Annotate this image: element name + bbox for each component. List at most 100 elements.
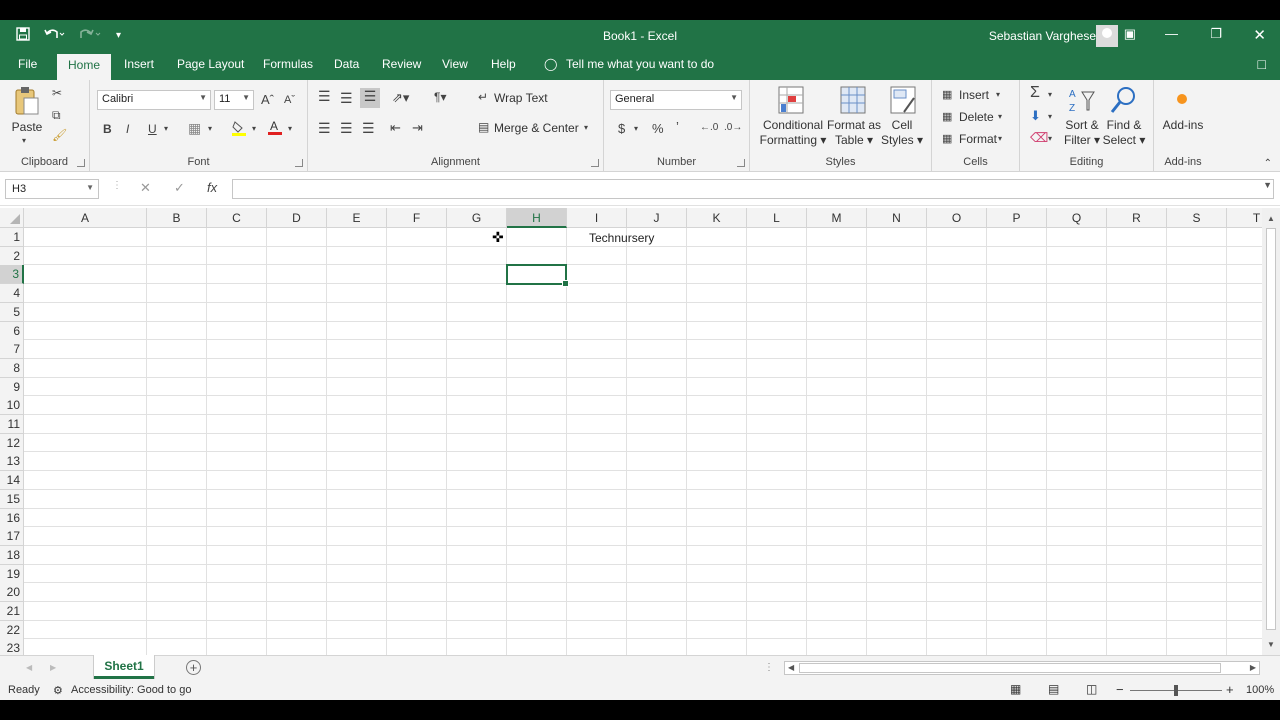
row-header-17[interactable]: 17 [0, 527, 24, 547]
column-header-g[interactable]: G [447, 208, 507, 228]
ribbon-display-icon[interactable]: ▣ [1124, 26, 1136, 42]
chevron-down-icon[interactable]: ▾ [584, 123, 588, 132]
font-name-select[interactable]: Calibri ▼ [97, 90, 211, 110]
chevron-down-icon[interactable]: ▾ [1048, 112, 1052, 121]
zoom-in-icon[interactable]: + [1226, 682, 1234, 697]
row-header-22[interactable]: 22 [0, 620, 24, 640]
h-scroll-thumb[interactable] [799, 663, 1221, 673]
close-icon[interactable]: ✕ [1253, 26, 1266, 44]
delete-button[interactable]: Delete [959, 110, 994, 124]
paste-button[interactable]: Paste [8, 120, 46, 135]
conditional-formatting-icon[interactable] [778, 86, 806, 116]
row-header-19[interactable]: 19 [0, 564, 24, 584]
middle-align-icon[interactable]: ☰ [340, 90, 353, 107]
column-header-t[interactable]: T [1227, 208, 1262, 228]
tab-view[interactable]: View [436, 57, 474, 71]
column-header-r[interactable]: R [1107, 208, 1167, 228]
scroll-right-icon[interactable]: ▶ [1250, 663, 1256, 672]
underline-button[interactable]: U [148, 122, 157, 136]
find-select-icon[interactable] [1110, 86, 1138, 114]
expand-formula-icon[interactable]: ▼ [1263, 180, 1272, 190]
decrease-decimal-icon[interactable]: .0→ [724, 122, 742, 133]
chevron-down-icon[interactable]: ▾ [996, 90, 1000, 99]
format-as-table-icon[interactable] [840, 86, 868, 116]
zoom-level[interactable]: 100% [1246, 684, 1274, 696]
decrease-font-icon[interactable]: Aˇ [284, 94, 295, 106]
tell-me-search[interactable]: Tell me what you want to do [566, 57, 714, 71]
comments-icon[interactable]: □ [1258, 56, 1266, 72]
chevron-down-icon[interactable]: ▾ [998, 134, 1002, 143]
alignment-launcher-icon[interactable] [591, 159, 599, 167]
row-header-6[interactable]: 6 [0, 321, 24, 341]
column-header-f[interactable]: F [387, 208, 447, 228]
chevron-down-icon[interactable]: ▾ [288, 124, 292, 133]
increase-indent-icon[interactable]: ⇥ [412, 120, 423, 136]
align-right-icon[interactable]: ☰ [362, 120, 375, 137]
next-sheet-icon[interactable]: ▶ [50, 663, 56, 672]
avatar[interactable] [1096, 25, 1118, 47]
column-header-s[interactable]: S [1167, 208, 1227, 228]
addins-button[interactable]: Add-ins [1156, 118, 1210, 133]
tab-formulas[interactable]: Formulas [257, 57, 319, 71]
sort-filter-icon[interactable]: AZ [1068, 86, 1096, 114]
align-center-icon[interactable]: ☰ [340, 120, 353, 137]
row-header-5[interactable]: 5 [0, 302, 24, 322]
tab-review[interactable]: Review [376, 57, 427, 71]
restore-icon[interactable]: ❐ [1210, 26, 1222, 42]
merge-center-button[interactable]: Merge & Center [494, 121, 579, 135]
column-header-c[interactable]: C [207, 208, 267, 228]
row-header-7[interactable]: 7 [0, 340, 24, 360]
insert-button[interactable]: Insert [959, 88, 989, 102]
chevron-down-icon[interactable]: ▾ [22, 136, 26, 145]
row-header-12[interactable]: 12 [0, 433, 24, 453]
column-header-n[interactable]: N [867, 208, 927, 228]
normal-view-icon[interactable]: ▦ [1010, 682, 1021, 696]
chevron-down-icon[interactable]: ▾ [998, 112, 1002, 121]
collapse-ribbon-icon[interactable]: ⌃ [1264, 158, 1272, 169]
row-header-8[interactable]: 8 [0, 358, 24, 378]
scroll-thumb[interactable] [1266, 228, 1276, 630]
column-header-k[interactable]: K [687, 208, 747, 228]
split-handle-icon[interactable]: ⋮ [764, 662, 774, 673]
column-header-p[interactable]: P [987, 208, 1047, 228]
column-header-b[interactable]: B [147, 208, 207, 228]
row-header-4[interactable]: 4 [0, 284, 24, 304]
font-color-icon[interactable]: A [268, 119, 282, 136]
column-header-o[interactable]: O [927, 208, 987, 228]
chevron-down-icon[interactable]: ▾ [634, 124, 638, 133]
select-all-button[interactable] [0, 208, 24, 228]
chevron-down-icon[interactable]: ▾ [252, 124, 256, 133]
insert-function-button[interactable]: fx [207, 180, 217, 195]
row-header-14[interactable]: 14 [0, 471, 24, 491]
spreadsheet-grid[interactable]: A B C D E F G H I J K L M N O P Q R S T 1 2 3 4 5 6 7 8 9 10 11 12 13 14 1… [0, 208, 1262, 655]
cell-styles-icon[interactable] [890, 86, 918, 116]
format-button[interactable]: Format [959, 132, 997, 146]
borders-icon[interactable]: ▦ [188, 120, 201, 137]
zoom-out-icon[interactable]: − [1116, 682, 1124, 697]
column-header-e[interactable]: E [327, 208, 387, 228]
row-header-3[interactable]: 3 [0, 265, 24, 285]
wrap-text-button[interactable]: Wrap Text [494, 91, 548, 105]
add-sheet-icon[interactable]: + [186, 660, 201, 675]
column-header-m[interactable]: M [807, 208, 867, 228]
comma-style-icon[interactable]: ’ [676, 119, 679, 134]
font-size-select[interactable]: 11 ▼ [214, 90, 254, 110]
column-header-j[interactable]: J [627, 208, 687, 228]
autosum-icon[interactable]: Σ [1030, 84, 1040, 102]
fill-icon[interactable]: ⬇ [1030, 108, 1041, 124]
fill-color-icon[interactable] [232, 120, 246, 136]
bold-button[interactable]: B [103, 122, 112, 136]
row-header-15[interactable]: 15 [0, 489, 24, 509]
chevron-down-icon[interactable]: ▾ [1048, 90, 1052, 99]
column-header-h[interactable]: H [507, 208, 567, 228]
column-header-i[interactable]: I [567, 208, 627, 228]
row-header-2[interactable]: 2 [0, 246, 24, 266]
number-launcher-icon[interactable] [737, 159, 745, 167]
text-direction-icon[interactable]: ¶▾ [434, 90, 446, 104]
tab-page-layout[interactable]: Page Layout [171, 57, 250, 71]
sort-filter-button[interactable]: Sort & Filter ▾ [1060, 118, 1104, 148]
addins-icon[interactable] [1177, 94, 1187, 104]
page-layout-view-icon[interactable]: ▤ [1048, 682, 1059, 696]
conditional-formatting-button[interactable]: Conditional Formatting ▾ [758, 118, 828, 148]
chevron-down-icon[interactable]: ▾ [164, 124, 168, 133]
